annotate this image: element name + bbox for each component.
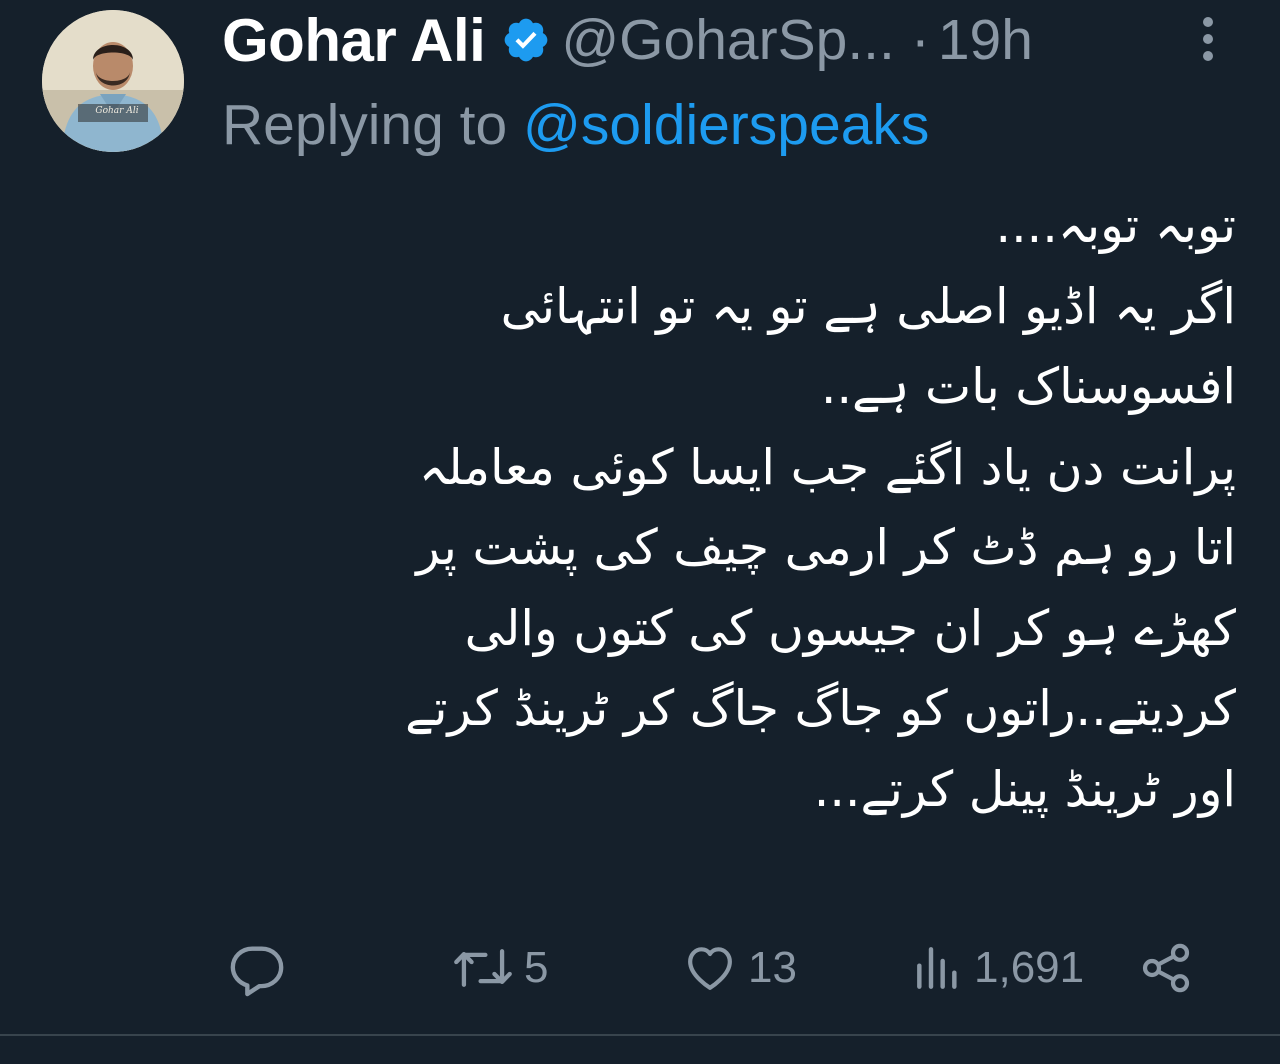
tweet-line: کھڑے ہو کر ان جیسوں کی کتوں والی (464, 599, 1236, 657)
author-name[interactable]: Gohar Ali (222, 6, 486, 75)
author-handle[interactable]: @GoharSp... (561, 7, 895, 73)
tweet-line: پرانت دن یاد اگئے جب ایسا کوئی معاملہ (418, 438, 1236, 496)
separator-dot: · (910, 8, 930, 72)
tweet-line: کردیتے..راتوں کو جاگ جاگ کر ٹرینڈ کرتے (405, 680, 1236, 737)
views-button[interactable]: 1,691 (912, 930, 1084, 1006)
verified-badge-icon (501, 15, 551, 65)
views-icon (912, 940, 964, 996)
tweet-line: توبہ توبہ.... (995, 197, 1236, 254)
reply-mention-link[interactable]: @soldierspeaks (523, 93, 929, 157)
tweet-line: افسوسناک بات ہے.. (820, 358, 1236, 415)
tweet-line: اگر یہ اڈیو اصلی ہے تو یہ تو انتہائی (500, 277, 1236, 335)
tweet-timestamp[interactable]: 19h (938, 7, 1033, 73)
reply-button[interactable] (228, 930, 286, 1006)
tweet-line: اور ٹرینڈ پینل کرتے... (813, 760, 1236, 818)
more-options-icon[interactable] (1196, 14, 1220, 64)
tweet-action-bar: 5 13 1,691 (0, 930, 1280, 1006)
retweet-icon (452, 939, 514, 997)
share-button[interactable] (1138, 930, 1194, 1006)
heart-icon (682, 940, 738, 996)
retweet-button[interactable]: 5 (452, 930, 548, 1006)
avatar[interactable]: Gohar Ali (42, 10, 184, 152)
replying-to-label: Replying to (222, 93, 524, 157)
tweet-line: اتا رو ہم ڈٹ کر ارمی چیف کی پشت پر (416, 519, 1236, 576)
avatar-caption: Gohar Ali (95, 106, 139, 116)
avatar-photo (42, 10, 184, 152)
replying-to: Replying to @soldierspeaks (222, 92, 929, 158)
tweet-divider (0, 1034, 1280, 1036)
retweet-count: 5 (524, 943, 549, 992)
views-count: 1,691 (974, 943, 1085, 992)
like-button[interactable]: 13 (682, 930, 797, 1006)
tweet-text: توبہ توبہ.... اگر یہ اڈیو اصلی ہے تو یہ … (186, 186, 1236, 830)
share-icon (1138, 940, 1194, 996)
like-count: 13 (748, 943, 797, 992)
tweet-header: Gohar Ali @GoharSp... · 19h (222, 2, 1033, 78)
reply-icon (228, 939, 286, 997)
